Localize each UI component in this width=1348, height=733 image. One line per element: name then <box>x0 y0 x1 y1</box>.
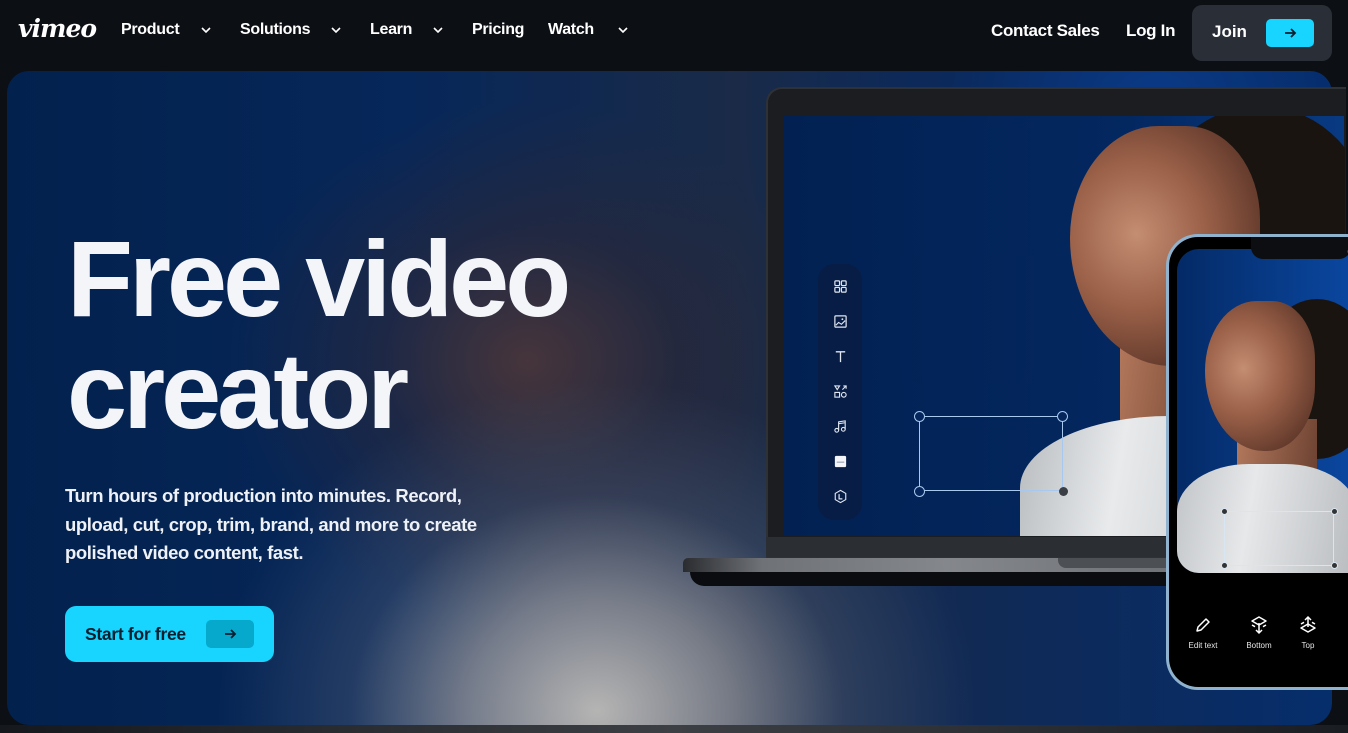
join-label: Join <box>1212 22 1247 41</box>
nav-item-product[interactable]: Product <box>121 21 180 39</box>
resize-handle[interactable] <box>914 411 925 422</box>
bottom-label: Bottom <box>1246 641 1272 650</box>
caption-icon[interactable] <box>830 451 850 471</box>
arrow-right-icon <box>206 620 254 648</box>
chevron-down-icon[interactable] <box>330 24 342 36</box>
image-icon[interactable] <box>830 311 850 331</box>
chevron-down-icon[interactable] <box>200 24 212 36</box>
resize-handle[interactable] <box>1221 508 1228 515</box>
text-icon[interactable] <box>830 346 850 366</box>
laptop-notch <box>1058 558 1178 568</box>
chevron-down-icon[interactable] <box>432 24 444 36</box>
resize-handle[interactable] <box>1221 562 1228 569</box>
contact-sales-link[interactable]: Contact Sales <box>991 21 1100 41</box>
face <box>1205 301 1315 451</box>
elements-icon[interactable] <box>830 381 850 401</box>
music-icon[interactable] <box>830 416 850 436</box>
chevron-down-icon[interactable] <box>617 24 629 36</box>
layer-top-icon <box>1300 615 1316 633</box>
cta-label: Start for free <box>85 624 186 644</box>
log-in-link[interactable]: Log In <box>1126 21 1175 41</box>
nav-item-learn[interactable]: Learn <box>370 21 412 39</box>
logo-icon[interactable] <box>830 486 850 506</box>
arrow-right-icon <box>1266 19 1314 47</box>
bottom-action[interactable]: Bottom <box>1234 615 1284 650</box>
start-for-free-button[interactable]: Start for free <box>65 606 274 662</box>
nav-item-solutions[interactable]: Solutions <box>240 21 310 39</box>
top-label: Top <box>1301 641 1315 650</box>
resize-handle[interactable] <box>914 486 925 497</box>
phone-screen <box>1177 249 1348 573</box>
grid-icon[interactable] <box>830 276 850 296</box>
resize-handle[interactable] <box>1331 508 1338 515</box>
resize-handle[interactable] <box>1057 411 1068 422</box>
hero-title-line-1: Free video <box>67 218 571 339</box>
hero-title-line-2: creator <box>67 330 409 451</box>
top-action[interactable]: Top <box>1283 615 1333 650</box>
hero-description: Turn hours of production into minutes. R… <box>65 485 477 563</box>
editor-tool-rail <box>818 264 862 520</box>
edit-text-label: Edit text <box>1188 641 1218 650</box>
top-navigation: vimeo Product Solutions Learn Pricing Wa… <box>0 0 1348 66</box>
pencil-icon <box>1196 618 1210 632</box>
selection-box[interactable] <box>919 416 1063 491</box>
selection-box[interactable] <box>1224 511 1334 566</box>
phone-mockup: Edit text Bottom Top <box>1166 234 1348 690</box>
layer-bottom-icon <box>1251 616 1267 635</box>
vimeo-logo[interactable]: vimeo <box>18 14 97 43</box>
nav-item-pricing[interactable]: Pricing <box>472 21 524 39</box>
hero-title: Free video creator <box>67 223 687 447</box>
edit-text-action[interactable]: Edit text <box>1178 615 1228 650</box>
join-button[interactable]: Join <box>1192 5 1332 61</box>
resize-handle[interactable] <box>1059 487 1068 496</box>
resize-handle[interactable] <box>1331 562 1338 569</box>
page-bottom-edge <box>0 725 1348 733</box>
nav-item-watch[interactable]: Watch <box>548 21 594 39</box>
phone-notch <box>1251 237 1348 259</box>
